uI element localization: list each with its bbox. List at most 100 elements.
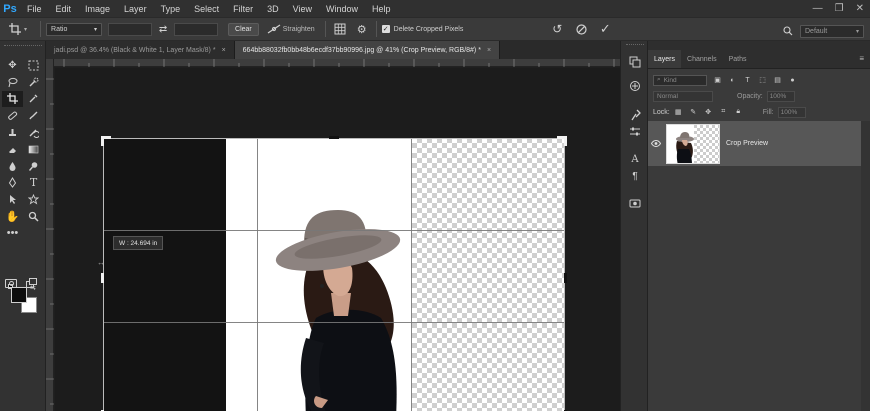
smart-object-filter-icon[interactable]: ▤ (773, 76, 782, 85)
fill-field[interactable]: 100% (777, 106, 806, 118)
layer-name[interactable]: Crop Preview (726, 140, 768, 147)
adjustment-filter-icon[interactable]: ◐ (728, 76, 737, 85)
paragraph-panel-icon[interactable]: ¶ (627, 169, 643, 183)
workspace-select[interactable]: Default ▾ (800, 24, 864, 38)
lasso-tool-icon[interactable] (2, 74, 23, 91)
reset-icon[interactable]: ↺ (548, 20, 566, 38)
blur-tool-icon[interactable] (2, 158, 23, 175)
eyedropper-tool-icon[interactable] (23, 91, 44, 108)
screen-mode-icon[interactable] (26, 278, 38, 289)
eraser-tool-icon[interactable] (2, 141, 23, 158)
path-selection-tool-icon[interactable] (2, 191, 23, 208)
menu-edit[interactable]: Edit (49, 4, 79, 14)
straighten-icon[interactable] (265, 20, 283, 38)
clone-stamp-tool-icon[interactable] (2, 124, 23, 141)
lock-paint-icon[interactable]: ✎ (689, 108, 698, 117)
gradient-tool-icon[interactable] (23, 141, 44, 158)
quick-select-tool-icon[interactable] (23, 74, 44, 91)
menu-select[interactable]: Select (187, 4, 226, 14)
menu-layer[interactable]: Layer (117, 4, 154, 14)
move-tool-icon[interactable]: ✥ (2, 57, 23, 74)
hand-tool-icon[interactable]: ✋ (2, 208, 23, 225)
healing-brush-tool-icon[interactable] (2, 107, 23, 124)
properties-panel-icon[interactable] (627, 79, 643, 93)
swap-icon[interactable]: ⇄ (154, 20, 172, 38)
tab-channels[interactable]: Channels (681, 50, 723, 68)
layer-row-crop-preview[interactable]: Crop Preview (648, 121, 861, 166)
menu-window[interactable]: Window (319, 4, 365, 14)
delete-cropped-checkbox[interactable]: ✓ (381, 25, 390, 33)
brush-settings-icon[interactable] (627, 108, 643, 122)
canvas-workspace[interactable]: W : 24.694 in ↔ (55, 68, 620, 411)
gear-icon[interactable]: ⚙ (353, 20, 371, 38)
minimize-button[interactable]: — (813, 3, 823, 14)
crop-handle-right[interactable] (564, 273, 567, 283)
pen-tool-icon[interactable] (2, 175, 23, 192)
foreground-color[interactable] (11, 287, 27, 303)
menu-3d[interactable]: 3D (260, 4, 286, 14)
crop-handle-top[interactable] (329, 136, 339, 139)
character-panel-icon[interactable]: A (627, 152, 643, 166)
shape-filter-icon[interactable]: ⬚ (758, 76, 767, 85)
history-brush-tool-icon[interactable] (23, 124, 44, 141)
crop-preview-document[interactable]: W : 24.694 in ↔ (97, 136, 567, 411)
close-button[interactable]: ✕ (856, 3, 864, 14)
preset-chevron-icon[interactable]: ▾ (24, 26, 27, 33)
overlay-grid-icon[interactable] (331, 20, 349, 38)
horizontal-ruler[interactable] (54, 59, 620, 67)
filter-toggle-icon[interactable]: ● (788, 76, 797, 85)
custom-shape-tool-icon[interactable] (23, 191, 44, 208)
menu-view[interactable]: View (286, 4, 319, 14)
blend-mode-select[interactable]: Normal (653, 90, 713, 102)
menu-file[interactable]: File (20, 4, 49, 14)
type-tool-icon[interactable]: T (23, 175, 44, 192)
straighten-label[interactable]: Straighten (283, 26, 315, 33)
crop-handle-top-left[interactable] (101, 136, 111, 146)
lock-transparency-icon[interactable]: ▦ (674, 108, 683, 117)
restore-button[interactable]: ❐ (835, 3, 844, 14)
panel-grip[interactable] (4, 45, 42, 48)
close-icon[interactable]: × (222, 47, 226, 54)
adjustments-icon[interactable] (627, 125, 643, 139)
search-icon[interactable] (782, 22, 794, 40)
cancel-icon[interactable] (572, 20, 590, 38)
crop-tool-preset-icon[interactable] (6, 20, 24, 38)
tab-paths[interactable]: Paths (723, 50, 753, 68)
tab-jadi[interactable]: jadi.psd @ 36.4% (Black & White 1, Layer… (46, 41, 235, 59)
panel-grip[interactable] (626, 44, 644, 47)
menu-help[interactable]: Help (365, 4, 398, 14)
pixel-filter-icon[interactable]: ▣ (713, 76, 722, 85)
lock-artboard-icon[interactable]: ⌗ (719, 108, 728, 117)
eye-icon[interactable] (648, 140, 664, 147)
opacity-field[interactable]: 100% (766, 90, 795, 102)
zoom-tool-icon[interactable] (23, 208, 44, 225)
more-tools-icon[interactable]: ••• (2, 225, 23, 242)
clear-button[interactable]: Clear (228, 22, 259, 36)
brush-tool-icon[interactable] (23, 107, 44, 124)
tab-crop-preview[interactable]: 664bb88032fb0bb48b6ecdf37bb90996.jpg @ 4… (234, 41, 501, 59)
crop-handle-left[interactable] (101, 273, 104, 283)
menu-type[interactable]: Type (154, 4, 188, 14)
close-icon[interactable]: × (487, 47, 491, 54)
ratio-width-field[interactable] (108, 22, 153, 36)
tab-layers[interactable]: Layers (648, 50, 682, 68)
commit-check-icon[interactable]: ✓ (596, 20, 614, 38)
crop-tool-icon[interactable] (2, 90, 23, 108)
lock-all-icon[interactable]: 🔒︎ (734, 108, 743, 117)
layers-scrollbar[interactable] (861, 121, 870, 411)
history-panel-icon[interactable] (627, 55, 643, 69)
crop-handle-top-right[interactable] (557, 136, 567, 146)
vertical-ruler[interactable] (46, 59, 54, 411)
panel-menu-icon[interactable]: ≡ (859, 54, 864, 63)
menu-filter[interactable]: Filter (226, 4, 260, 14)
libraries-panel-icon[interactable] (627, 196, 643, 210)
crop-box[interactable] (103, 138, 565, 411)
dodge-tool-icon[interactable] (23, 158, 44, 175)
menu-image[interactable]: Image (78, 4, 117, 14)
kind-filter[interactable]: ⌕ Kind (653, 74, 707, 86)
ratio-height-field[interactable] (174, 22, 219, 36)
marquee-tool-icon[interactable] (23, 57, 44, 74)
lock-position-icon[interactable]: ✥ (704, 108, 713, 117)
ratio-select[interactable]: Ratio ▾ (46, 22, 103, 36)
type-filter-icon[interactable]: T (743, 76, 752, 85)
